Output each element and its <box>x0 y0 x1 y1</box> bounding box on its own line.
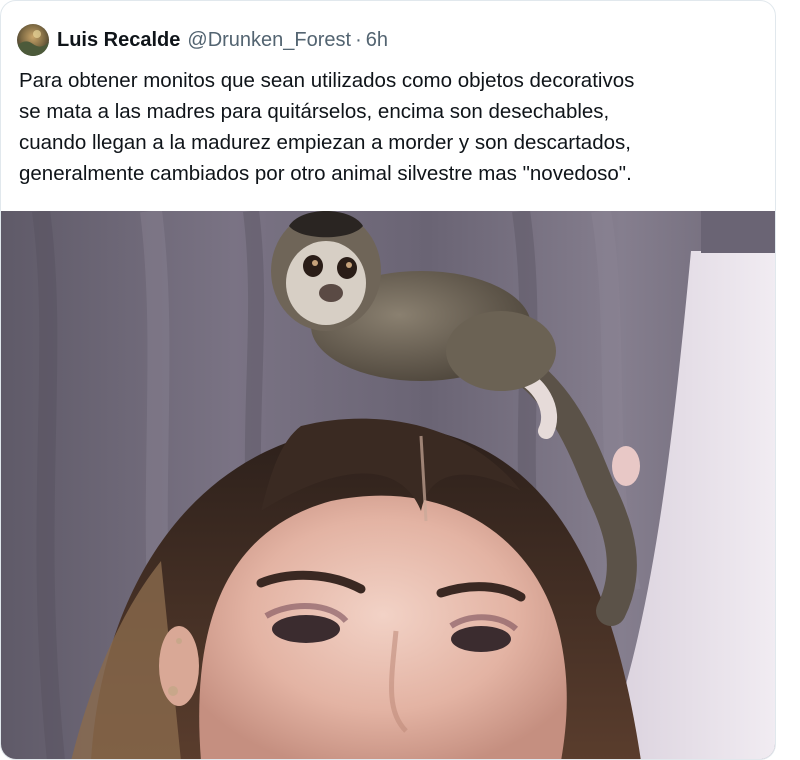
timestamp[interactable]: 6h <box>366 29 388 52</box>
author-handle[interactable]: @Drunken_Forest <box>187 29 351 52</box>
author-name[interactable]: Luis Recalde <box>57 29 180 52</box>
avatar[interactable] <box>17 24 49 56</box>
tweet-text-line: cuando llegan a la madurez empiezan a mo… <box>19 131 631 154</box>
dot-separator: · <box>355 28 362 51</box>
page-margin <box>776 0 800 746</box>
photo-illustration <box>1 211 775 759</box>
tweet-card[interactable]: Luis Recalde @Drunken_Forest · 6h Para o… <box>0 0 776 760</box>
tweet-text-line: se mata a las madres para quitárselos, e… <box>19 100 610 123</box>
tweet-text-line: Para obtener monitos que sean utilizados… <box>19 69 635 92</box>
tweet-text-line: generalmente cambiados por otro animal s… <box>19 162 632 185</box>
tweet-photo[interactable] <box>1 211 775 759</box>
tweet-header: Luis Recalde @Drunken_Forest · 6h <box>17 23 388 57</box>
tweet-text: Para obtener monitos que sean utilizados… <box>19 65 769 189</box>
